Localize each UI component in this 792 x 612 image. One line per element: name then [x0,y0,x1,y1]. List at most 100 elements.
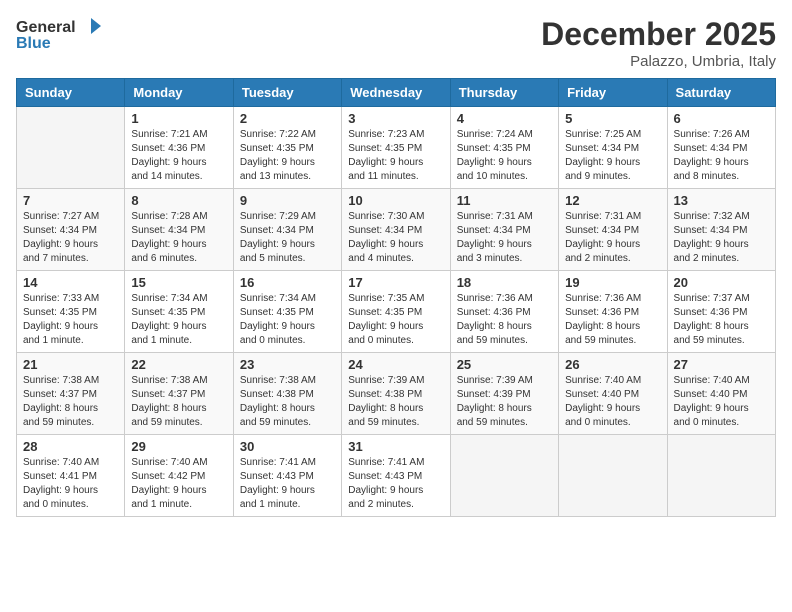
calendar-cell: 12Sunrise: 7:31 AM Sunset: 4:34 PM Dayli… [559,189,667,271]
day-info: Sunrise: 7:34 AM Sunset: 4:35 PM Dayligh… [240,292,335,348]
calendar-cell: 2 Sunrise: 7:22 AM Sunset: 4:35 PM Daylig… [233,107,341,189]
day-info: Sunrise: 7:24 AM Sunset: 4:35 PM Dayligh… [457,128,552,184]
day-info: Sunrise: 7:36 AM Sunset: 4:36 PM Dayligh… [457,292,552,348]
calendar-cell: 26 Sunrise: 7:40 AM Sunset: 4:40 PM Dayli… [559,353,667,435]
day-info: Sunrise: 7:39 AM Sunset: 4:39 PM Dayligh… [457,374,552,430]
day-info: Sunrise: 7:33 AM Sunset: 4:35 PM Dayligh… [23,292,118,348]
day-info: Sunrise: 7:35 AM Sunset: 4:35 PM Dayligh… [348,292,443,348]
calendar-cell [667,435,775,517]
header-row: SundayMondayTuesdayWednesdayThursdayFrid… [17,79,776,107]
day-number: 18 [457,275,552,290]
day-header-tuesday: Tuesday [233,79,341,107]
calendar-cell: 22Sunrise: 7:38 AM Sunset: 4:37 PM Dayli… [125,353,233,435]
day-number: 8 [131,193,226,208]
day-info: Sunrise: 7:36 AM Sunset: 4:36 PM Dayligh… [565,292,660,348]
calendar-cell: 7 Sunrise: 7:27 AM Sunset: 4:34 PM Daylig… [17,189,125,271]
day-number: 10 [348,193,443,208]
calendar-cell [559,435,667,517]
day-number: 26 [565,357,660,372]
day-number: 1 [131,111,226,126]
day-info: Sunrise: 7:31 AM Sunset: 4:34 PM Dayligh… [565,210,660,266]
calendar-cell: 20 Sunrise: 7:37 AM Sunset: 4:36 PM Dayli… [667,271,775,353]
day-info: Sunrise: 7:37 AM Sunset: 4:36 PM Dayligh… [674,292,769,348]
calendar-cell: 19 Sunrise: 7:36 AM Sunset: 4:36 PM Dayli… [559,271,667,353]
day-number: 24 [348,357,443,372]
day-number: 14 [23,275,118,290]
calendar-cell: 30 Sunrise: 7:41 AM Sunset: 4:43 PM Dayli… [233,435,341,517]
day-header-friday: Friday [559,79,667,107]
logo-svg: GeneralBlue [16,16,126,52]
day-number: 7 [23,193,118,208]
day-number: 21 [23,357,118,372]
calendar-cell: 18 Sunrise: 7:36 AM Sunset: 4:36 PM Dayli… [450,271,558,353]
calendar-cell: 6 Sunrise: 7:26 AM Sunset: 4:34 PM Daylig… [667,107,775,189]
week-row-5: 28Sunrise: 7:40 AM Sunset: 4:41 PM Dayli… [17,435,776,517]
day-header-monday: Monday [125,79,233,107]
day-number: 2 [240,111,335,126]
calendar-cell: 27 Sunrise: 7:40 AM Sunset: 4:40 PM Dayli… [667,353,775,435]
day-info: Sunrise: 7:32 AM Sunset: 4:34 PM Dayligh… [674,210,769,266]
day-number: 30 [240,439,335,454]
calendar-cell: 23 Sunrise: 7:38 AM Sunset: 4:38 PM Dayli… [233,353,341,435]
calendar-cell: 31 Sunrise: 7:41 AM Sunset: 4:43 PM Dayli… [342,435,450,517]
calendar-cell: 5 Sunrise: 7:25 AM Sunset: 4:34 PM Daylig… [559,107,667,189]
day-info: Sunrise: 7:27 AM Sunset: 4:34 PM Dayligh… [23,210,118,266]
calendar-table: SundayMondayTuesdayWednesdayThursdayFrid… [16,78,776,517]
location-title: Palazzo, Umbria, Italy [541,53,776,70]
calendar-cell: 11Sunrise: 7:31 AM Sunset: 4:34 PM Dayli… [450,189,558,271]
day-info: Sunrise: 7:38 AM Sunset: 4:37 PM Dayligh… [23,374,118,430]
calendar-cell: 8 Sunrise: 7:28 AM Sunset: 4:34 PM Daylig… [125,189,233,271]
day-info: Sunrise: 7:38 AM Sunset: 4:38 PM Dayligh… [240,374,335,430]
day-info: Sunrise: 7:29 AM Sunset: 4:34 PM Dayligh… [240,210,335,266]
svg-text:Blue: Blue [16,35,51,52]
calendar-cell [17,107,125,189]
day-number: 29 [131,439,226,454]
page-header: GeneralBlue December 2025 Palazzo, Umbri… [16,16,776,70]
day-number: 22 [131,357,226,372]
calendar-cell: 1 Sunrise: 7:21 AM Sunset: 4:36 PM Daylig… [125,107,233,189]
day-number: 27 [674,357,769,372]
day-number: 9 [240,193,335,208]
day-info: Sunrise: 7:30 AM Sunset: 4:34 PM Dayligh… [348,210,443,266]
day-number: 25 [457,357,552,372]
day-info: Sunrise: 7:28 AM Sunset: 4:34 PM Dayligh… [131,210,226,266]
day-number: 5 [565,111,660,126]
day-info: Sunrise: 7:41 AM Sunset: 4:43 PM Dayligh… [240,456,335,512]
day-info: Sunrise: 7:26 AM Sunset: 4:34 PM Dayligh… [674,128,769,184]
calendar-cell: 16 Sunrise: 7:34 AM Sunset: 4:35 PM Dayli… [233,271,341,353]
calendar-cell: 10 Sunrise: 7:30 AM Sunset: 4:34 PM Dayli… [342,189,450,271]
day-info: Sunrise: 7:40 AM Sunset: 4:40 PM Dayligh… [565,374,660,430]
calendar-cell: 17 Sunrise: 7:35 AM Sunset: 4:35 PM Dayli… [342,271,450,353]
day-info: Sunrise: 7:21 AM Sunset: 4:36 PM Dayligh… [131,128,226,184]
day-info: Sunrise: 7:41 AM Sunset: 4:43 PM Dayligh… [348,456,443,512]
day-number: 6 [674,111,769,126]
month-title: December 2025 [541,16,776,53]
day-info: Sunrise: 7:25 AM Sunset: 4:34 PM Dayligh… [565,128,660,184]
day-number: 28 [23,439,118,454]
day-header-thursday: Thursday [450,79,558,107]
day-info: Sunrise: 7:40 AM Sunset: 4:42 PM Dayligh… [131,456,226,512]
week-row-3: 14 Sunrise: 7:33 AM Sunset: 4:35 PM Dayli… [17,271,776,353]
day-number: 31 [348,439,443,454]
calendar-cell: 4 Sunrise: 7:24 AM Sunset: 4:35 PM Daylig… [450,107,558,189]
day-number: 3 [348,111,443,126]
day-number: 4 [457,111,552,126]
day-number: 17 [348,275,443,290]
day-number: 16 [240,275,335,290]
day-number: 19 [565,275,660,290]
calendar-cell: 21 Sunrise: 7:38 AM Sunset: 4:37 PM Dayli… [17,353,125,435]
day-info: Sunrise: 7:34 AM Sunset: 4:35 PM Dayligh… [131,292,226,348]
calendar-cell: 13Sunrise: 7:32 AM Sunset: 4:34 PM Dayli… [667,189,775,271]
calendar-cell: 14 Sunrise: 7:33 AM Sunset: 4:35 PM Dayli… [17,271,125,353]
day-header-saturday: Saturday [667,79,775,107]
day-info: Sunrise: 7:22 AM Sunset: 4:35 PM Dayligh… [240,128,335,184]
title-block: December 2025 Palazzo, Umbria, Italy [541,16,776,70]
day-number: 11 [457,193,552,208]
logo: GeneralBlue [16,16,126,52]
day-number: 23 [240,357,335,372]
day-number: 20 [674,275,769,290]
calendar-cell: 29 Sunrise: 7:40 AM Sunset: 4:42 PM Dayli… [125,435,233,517]
day-info: Sunrise: 7:40 AM Sunset: 4:40 PM Dayligh… [674,374,769,430]
week-row-2: 7 Sunrise: 7:27 AM Sunset: 4:34 PM Daylig… [17,189,776,271]
day-header-wednesday: Wednesday [342,79,450,107]
